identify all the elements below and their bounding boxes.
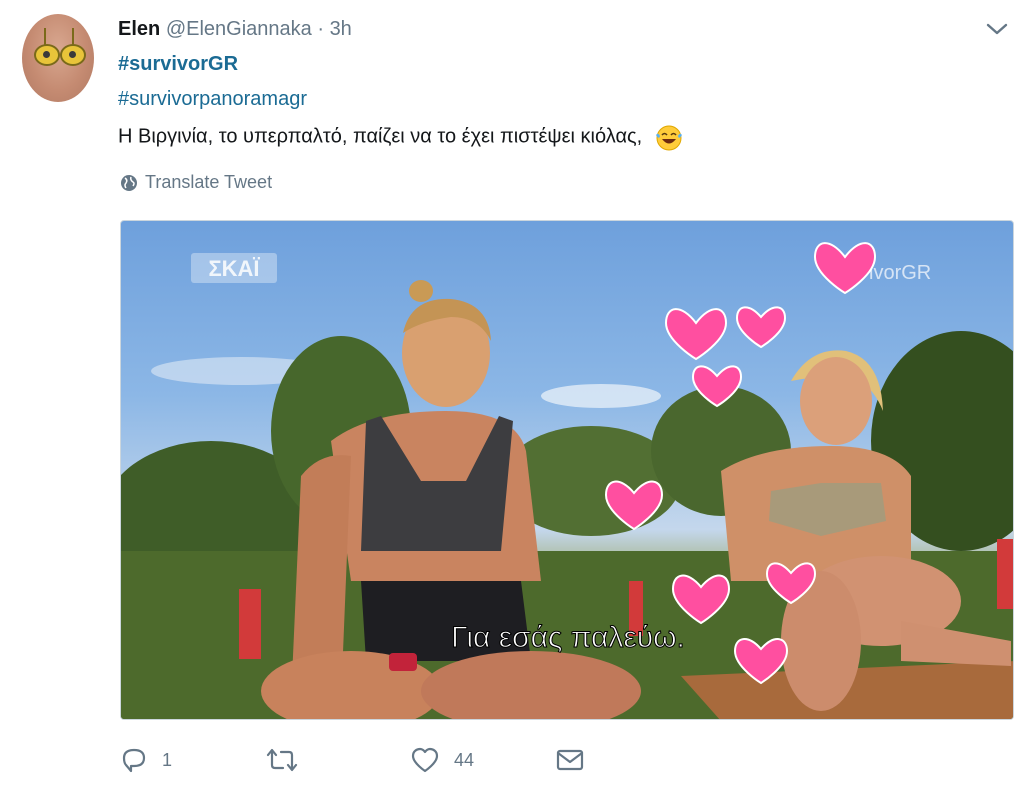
cloud	[541, 384, 661, 408]
media-scene: ΣΚΑΪ ivorGR Για εσάς παλεύω.	[121, 242, 1013, 719]
avatar-detail	[60, 44, 86, 66]
retweet-icon[interactable]	[265, 747, 299, 773]
envelope-icon[interactable]	[555, 748, 585, 772]
reply-icon[interactable]	[120, 746, 148, 774]
watermark-text: ivorGR	[869, 262, 931, 284]
face-with-tears-of-joy-icon	[655, 125, 682, 151]
tweet-body: Η Βιργινία, το υπερπαλτό, παίζει να το έ…	[118, 125, 643, 148]
reply-count: 1	[162, 749, 173, 770]
author-handle[interactable]: @ElenGiannaka	[166, 18, 312, 40]
heart-icon	[664, 308, 728, 361]
channel-logo: ΣΚΑΪ	[208, 256, 260, 281]
hashtag-link[interactable]: #survivorGR	[118, 53, 238, 76]
retweet-action[interactable]	[265, 747, 410, 773]
red-marker	[239, 589, 261, 659]
red-marker	[997, 539, 1013, 609]
tweet-text: Η Βιργινία, το υπερπαλτό, παίζει να το έ…	[118, 122, 684, 152]
like-count: 44	[454, 749, 475, 770]
author-name[interactable]: Elen	[118, 18, 160, 40]
hashtag-link[interactable]: #survivorpanoramagr	[118, 88, 307, 111]
translate-tweet-link[interactable]: Translate Tweet	[120, 172, 272, 193]
tweet-media-image[interactable]: ΣΚΑΪ ivorGR Για εσάς παλεύω.	[120, 220, 1014, 720]
heart-icon	[735, 306, 787, 349]
tweet-actions: 1 44	[120, 746, 585, 774]
tweet-header: Elen @ElenGiannaka · 3h	[118, 18, 352, 41]
heart-outline-icon[interactable]	[410, 747, 440, 773]
tweet-timestamp[interactable]: 3h	[330, 18, 352, 40]
globe-icon	[121, 174, 137, 191]
avatar-detail	[34, 44, 60, 66]
separator-dot: ·	[317, 18, 324, 40]
heart-icon	[813, 242, 877, 295]
reply-action[interactable]: 1	[120, 746, 265, 774]
chevron-down-icon[interactable]	[986, 22, 1008, 36]
video-subtitle: Για εσάς παλεύω.	[451, 621, 685, 654]
author-avatar[interactable]	[22, 14, 94, 102]
translate-label: Translate Tweet	[145, 172, 273, 192]
direct-message-action[interactable]	[555, 748, 585, 772]
like-action[interactable]: 44	[410, 747, 555, 773]
